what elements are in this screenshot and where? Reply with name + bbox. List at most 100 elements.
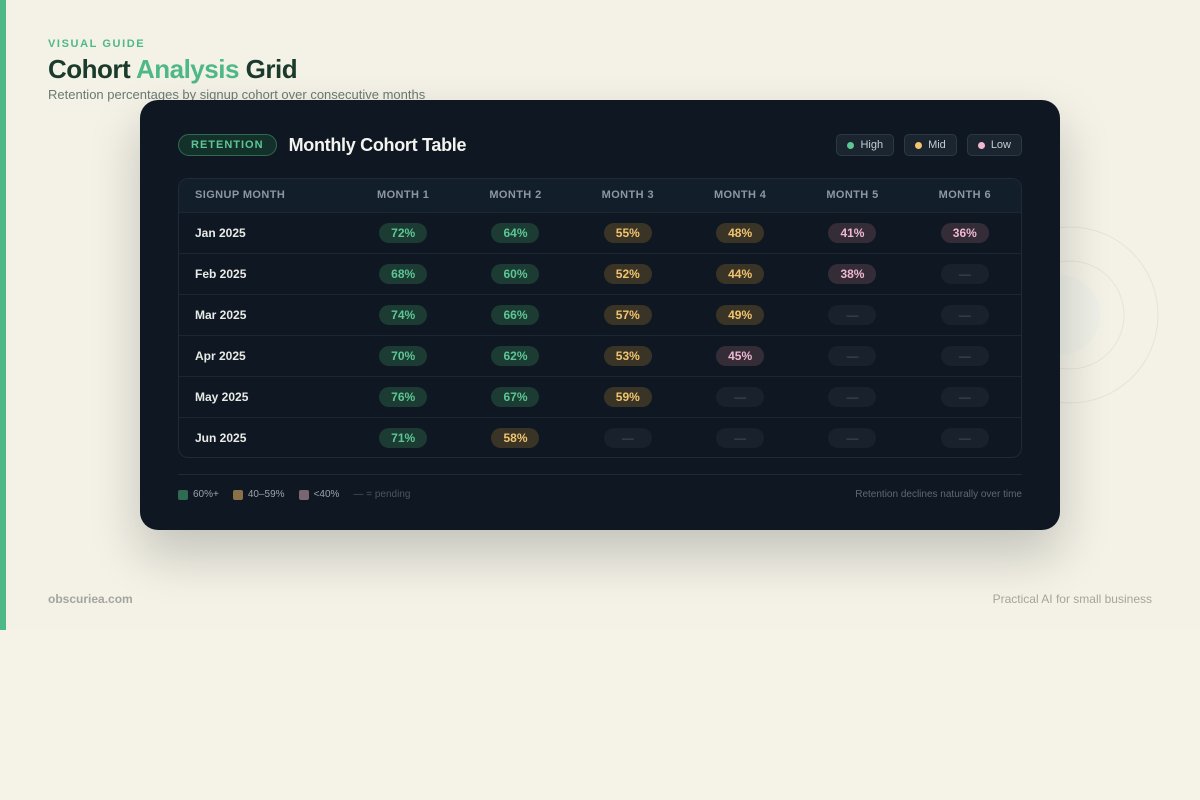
- retention-cell: 59%: [572, 376, 684, 417]
- page-title: Cohort Analysis Grid: [48, 54, 298, 85]
- retention-cell: —: [909, 335, 1021, 376]
- retention-chip: 59%: [603, 386, 652, 407]
- legend-dot-icon: [847, 141, 855, 149]
- retention-cell: 58%: [459, 417, 571, 457]
- table-row: Jun 2025 71% 58% — — — —: [179, 417, 1021, 457]
- retention-chip: 70%: [379, 345, 428, 366]
- retention-chip: 58%: [491, 427, 540, 448]
- retention-cell: 45%: [684, 335, 796, 376]
- retention-chip: 76%: [379, 386, 428, 407]
- footer-legend-label: <40%: [313, 489, 340, 500]
- retention-chip: —: [940, 345, 989, 366]
- retention-chip: 66%: [491, 304, 540, 325]
- retention-cell: 36%: [909, 212, 1021, 253]
- retention-cell: 52%: [572, 253, 684, 294]
- table-row: Feb 2025 68% 60% 52% 44% 38% —: [179, 253, 1021, 294]
- site-tagline: Practical AI for small business: [992, 592, 1152, 606]
- retention-cell: 68%: [347, 253, 459, 294]
- retention-chip: 67%: [491, 386, 540, 407]
- retention-cell: —: [909, 417, 1021, 457]
- retention-cell: 49%: [684, 294, 796, 335]
- retention-chip: —: [603, 427, 652, 448]
- footer-note: Retention declines naturally over time: [855, 489, 1022, 500]
- legend-swatch-icon: [178, 489, 188, 500]
- footer-legend-label: 40–59%: [247, 489, 285, 500]
- title-part-1: Cohort: [48, 54, 136, 84]
- retention-cell: 53%: [572, 335, 684, 376]
- cohort-table: SIGNUP MONTH MONTH 1 MONTH 2 MONTH 3 MONTH 4…: [179, 179, 1021, 457]
- card-header: RETENTION Monthly Cohort Table High Mid Lo…: [178, 134, 1022, 156]
- retention-chip: 36%: [940, 222, 989, 243]
- column-header: MONTH 4: [713, 189, 767, 202]
- column-header: MONTH 1: [377, 189, 430, 202]
- retention-chip: —: [828, 345, 877, 366]
- legend-dot-icon: [977, 141, 985, 149]
- retention-cell: 60%: [459, 253, 571, 294]
- cohort-label: Jun 2025: [195, 430, 247, 445]
- retention-chip: 62%: [491, 345, 540, 366]
- retention-cell: 66%: [459, 294, 571, 335]
- legend-dot-icon: [915, 141, 923, 149]
- legend-swatch-icon: [232, 489, 243, 500]
- retention-cell: —: [909, 294, 1021, 335]
- retention-chip: —: [716, 427, 765, 448]
- retention-cell: —: [684, 417, 796, 457]
- column-header: SIGNUP MONTH: [195, 189, 286, 202]
- accent-bar: [0, 0, 6, 630]
- eyebrow-label: VISUAL GUIDE: [48, 38, 146, 50]
- legend-pill-high: High: [836, 134, 895, 156]
- pending-note: — = pending: [353, 489, 411, 500]
- retention-cell: 64%: [459, 212, 571, 253]
- retention-chip: 71%: [379, 427, 428, 448]
- retention-chip: 49%: [716, 304, 765, 325]
- footer-legend-key: 60%+: [178, 489, 219, 500]
- retention-cell: 48%: [684, 212, 796, 253]
- table-row: Jan 2025 72% 64% 55% 48% 41% 36%: [179, 212, 1021, 253]
- retention-cell: —: [684, 376, 796, 417]
- legend-pills: High Mid Low: [836, 134, 1022, 156]
- card-title: Monthly Cohort Table: [288, 134, 467, 155]
- retention-chip: 41%: [828, 222, 877, 243]
- retention-cell: 71%: [347, 417, 459, 457]
- table-body: Jan 2025 72% 64% 55% 48% 41% 36% Feb 2025 68% 60%…: [179, 212, 1021, 457]
- column-header: MONTH 5: [826, 189, 879, 202]
- retention-cell: 44%: [684, 253, 796, 294]
- retention-cell: —: [796, 294, 908, 335]
- retention-chip: 53%: [603, 345, 652, 366]
- footer-legend-keys: 60%+ 40–59% <40%: [178, 489, 353, 500]
- table-row: Mar 2025 74% 66% 57% 49% — —: [179, 294, 1021, 335]
- legend-pill-low: Low: [966, 134, 1022, 156]
- retention-cell: —: [909, 376, 1021, 417]
- column-header: MONTH 6: [938, 189, 991, 202]
- retention-cell: 74%: [347, 294, 459, 335]
- cohort-label: Feb 2025: [195, 266, 247, 281]
- legend-pill-label: Low: [990, 139, 1011, 151]
- retention-chip: —: [828, 427, 877, 448]
- column-header: MONTH 2: [489, 189, 542, 202]
- retention-cell: 76%: [347, 376, 459, 417]
- retention-cell: 67%: [459, 376, 571, 417]
- retention-cell: 41%: [796, 212, 908, 253]
- footer-legend-label: 60%+: [193, 489, 219, 500]
- table-row: Apr 2025 70% 62% 53% 45% — —: [179, 335, 1021, 376]
- retention-chip: 74%: [379, 304, 428, 325]
- retention-cell: 62%: [459, 335, 571, 376]
- retention-cell: 70%: [347, 335, 459, 376]
- legend-pill-mid: Mid: [904, 134, 957, 156]
- table-row: May 2025 76% 67% 59% — — —: [179, 376, 1021, 417]
- retention-chip: 72%: [379, 222, 428, 243]
- retention-tag: RETENTION: [178, 134, 277, 156]
- retention-chip: 57%: [603, 304, 652, 325]
- retention-chip: 68%: [379, 263, 428, 284]
- legend-pill-label: High: [860, 139, 884, 151]
- retention-chip: —: [940, 386, 989, 407]
- site-name[interactable]: obscuriea.com: [48, 592, 133, 606]
- cohort-card: RETENTION Monthly Cohort Table High Mid Lo…: [140, 100, 1060, 530]
- cohort-table-wrap: SIGNUP MONTH MONTH 1 MONTH 2 MONTH 3 MONTH 4…: [178, 178, 1022, 458]
- retention-chip: 48%: [716, 222, 765, 243]
- retention-chip: —: [940, 263, 989, 284]
- footer-legend-key: 40–59%: [232, 489, 285, 500]
- retention-cell: 38%: [796, 253, 908, 294]
- retention-chip: 60%: [491, 263, 540, 284]
- title-highlight: Analysis: [135, 54, 239, 84]
